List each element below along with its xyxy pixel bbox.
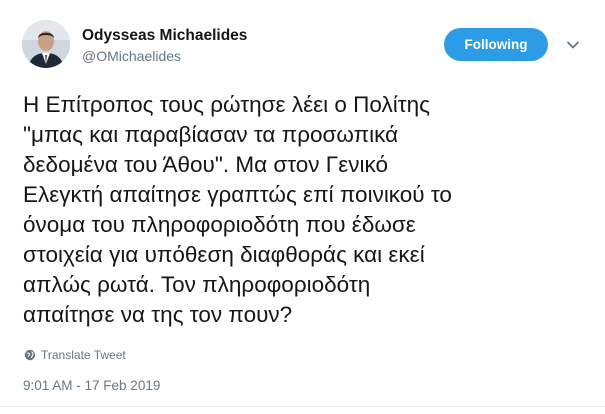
globe-icon	[24, 349, 36, 361]
tweet-timestamp[interactable]: 9:01 AM - 17 Feb 2019	[23, 378, 160, 393]
avatar[interactable]	[22, 20, 70, 68]
tweet-text: Η Επίτροπος τους ρώτησε λέει ο Πολίτης "…	[23, 92, 452, 327]
user-name[interactable]: Odysseas Michaelides	[82, 27, 247, 45]
user-handle[interactable]: @OMichaelides	[82, 48, 181, 64]
following-button[interactable]: Following	[444, 28, 548, 61]
translate-tweet-label: Translate Tweet	[41, 348, 126, 362]
translate-tweet-link[interactable]: Translate Tweet	[24, 348, 126, 362]
divider	[0, 406, 605, 407]
chevron-down-icon[interactable]	[566, 38, 580, 52]
